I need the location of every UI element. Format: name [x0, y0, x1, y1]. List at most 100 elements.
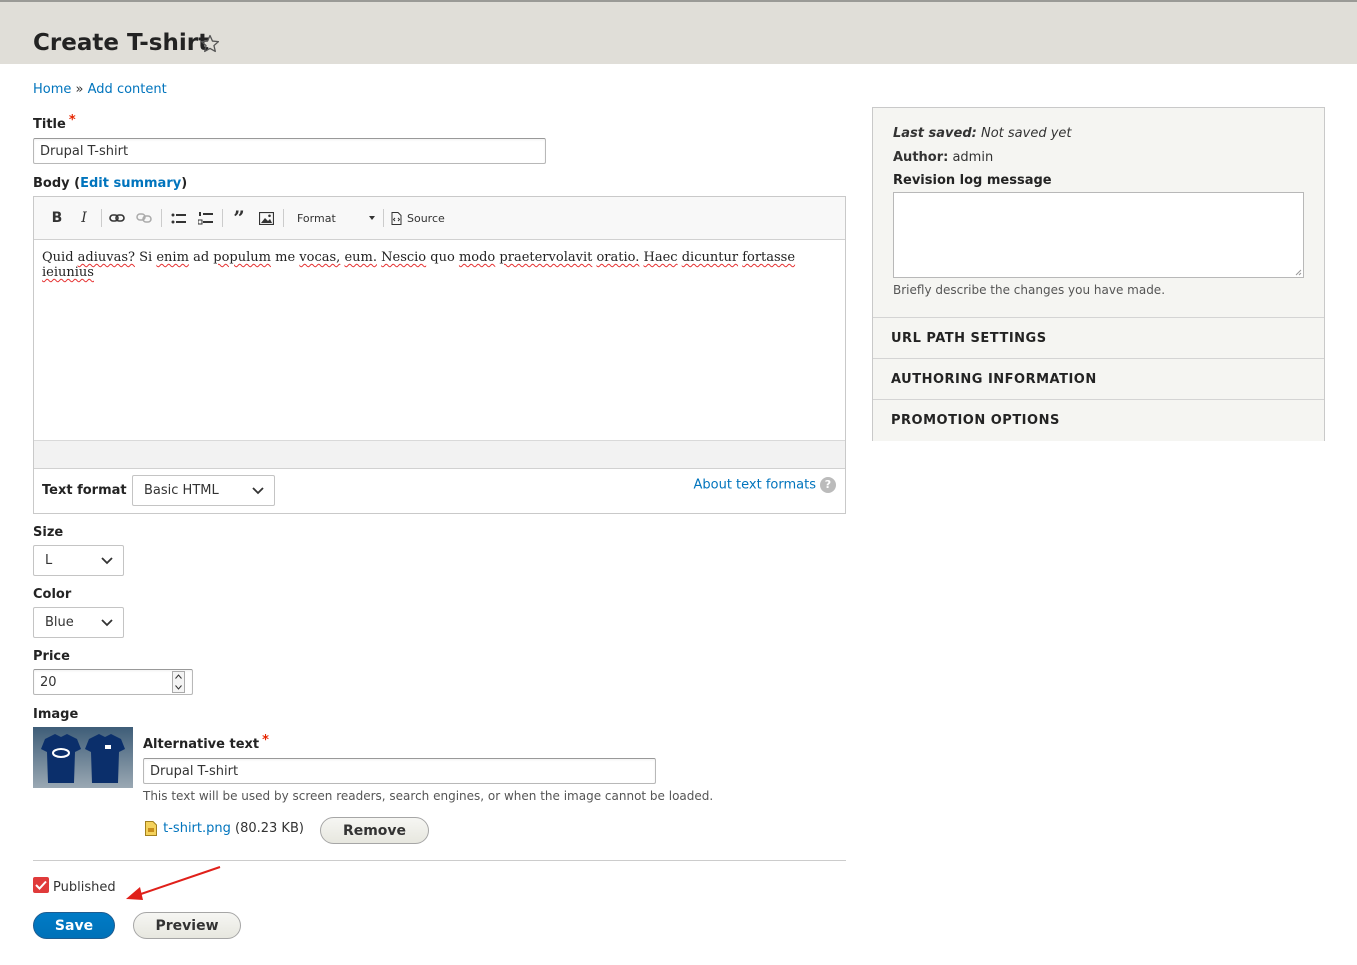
color-label: Color — [33, 587, 72, 602]
breadcrumb-home-link[interactable]: Home — [33, 82, 71, 97]
editor-toolbar: B I ” Format Source — [34, 197, 845, 240]
help-icon[interactable]: ? — [820, 477, 836, 493]
image-label: Image — [33, 707, 79, 722]
toolbar-separator — [101, 209, 102, 227]
promotion-options-section[interactable]: PROMOTION OPTIONS — [873, 400, 1324, 441]
body-label-text: Body ( — [33, 176, 81, 191]
breadcrumb: Home » Add content — [33, 82, 167, 97]
toolbar-separator — [283, 209, 284, 227]
file-name-link[interactable]: t-shirt.png — [163, 821, 231, 836]
source-button[interactable]: Source — [391, 209, 453, 227]
numbered-list-icon[interactable] — [197, 209, 213, 227]
tshirt-image-thumbnail — [33, 727, 133, 788]
blockquote-icon[interactable]: ” — [230, 206, 248, 230]
edit-summary-link[interactable]: Edit summary — [80, 176, 181, 191]
annotation-arrow — [126, 866, 221, 900]
alt-text-input[interactable]: Drupal T-shirt — [143, 758, 656, 784]
last-saved: Last saved: Not saved yet — [893, 126, 1072, 141]
color-value: Blue — [45, 615, 74, 630]
source-icon — [391, 211, 402, 225]
revision-log-description: Briefly describe the changes you have ma… — [893, 283, 1166, 297]
editor-word: ieiunius — [42, 265, 94, 280]
editor-path-bar — [34, 440, 845, 469]
size-select[interactable]: L — [33, 545, 124, 576]
breadcrumb-separator: » — [75, 82, 84, 97]
title-input-value: Drupal T-shirt — [40, 143, 129, 159]
text-format-value: Basic HTML — [144, 483, 219, 498]
image-icon[interactable] — [258, 209, 274, 227]
toolbar-separator — [383, 209, 384, 227]
about-text-formats-link[interactable]: About text formats — [693, 478, 816, 493]
url-path-settings-section[interactable]: URL PATH SETTINGS — [873, 318, 1324, 359]
text-format-select[interactable]: Basic HTML — [132, 475, 275, 506]
size-label: Size — [33, 525, 64, 540]
save-button[interactable]: Save — [33, 912, 115, 939]
editor-word: fortasse — [742, 250, 796, 265]
format-dropdown-label: Format — [297, 211, 336, 225]
price-label: Price — [33, 649, 70, 664]
last-saved-value: Not saved yet — [980, 126, 1072, 141]
editor-word: enim — [156, 250, 189, 265]
body-label: Body (Edit summary) — [33, 176, 187, 191]
page-header: Create T-shirt — [0, 0, 1357, 64]
text-format-row: Text format Basic HTML About text format… — [34, 469, 845, 513]
price-input[interactable]: 20 — [33, 669, 193, 695]
source-button-label: Source — [407, 211, 445, 225]
authoring-information-section[interactable]: AUTHORING INFORMATION — [873, 359, 1324, 400]
toolbar-separator — [161, 209, 162, 227]
alt-text-description: This text will be used by screen readers… — [143, 789, 714, 803]
editor-word: Quid — [42, 250, 74, 265]
chevron-down-icon — [101, 618, 113, 626]
caret-down-icon — [369, 216, 375, 220]
file-info: t-shirt.png (80.23 KB) — [145, 821, 304, 836]
editor-word: Haec — [643, 250, 678, 265]
editor-word: eum. — [344, 250, 377, 265]
author-label: Author: — [893, 150, 949, 165]
alt-text-label-text: Alternative text — [143, 737, 260, 752]
body-editor: B I ” Format Source Quid adiuvas? Si eni… — [33, 196, 846, 514]
italic-button[interactable]: I — [77, 209, 91, 227]
stepper-down-icon[interactable] — [175, 685, 182, 690]
revision-log-textarea[interactable] — [893, 192, 1304, 278]
star-shortcut-icon[interactable] — [199, 33, 221, 55]
price-value: 20 — [40, 674, 57, 690]
body-label-end: ) — [181, 176, 188, 191]
stepper-up-icon[interactable] — [175, 674, 182, 679]
editor-word: ad — [193, 250, 210, 265]
breadcrumb-add-content-link[interactable]: Add content — [88, 82, 167, 97]
format-dropdown[interactable]: Format — [297, 209, 377, 227]
color-select[interactable]: Blue — [33, 607, 124, 638]
alt-text-label: Alternative text * — [143, 733, 269, 752]
editor-word: Nescio — [381, 250, 427, 265]
alt-text-value: Drupal T-shirt — [150, 763, 239, 779]
editor-word: quo — [430, 250, 455, 265]
link-icon[interactable] — [108, 209, 126, 227]
page-title: Create T-shirt — [33, 30, 210, 56]
author: Author: admin — [893, 150, 993, 165]
author-value: admin — [952, 150, 994, 165]
chevron-down-icon — [252, 486, 264, 494]
title-input[interactable]: Drupal T-shirt — [33, 138, 546, 164]
title-label-text: Title — [33, 117, 66, 132]
editor-word: adiuvas? — [77, 250, 135, 265]
price-stepper[interactable] — [172, 671, 185, 693]
editor-word: me — [275, 250, 296, 265]
remove-button[interactable]: Remove — [320, 817, 429, 844]
published-label: Published — [53, 880, 116, 895]
alt-text-required-mark: * — [262, 733, 269, 748]
preview-button[interactable]: Preview — [133, 912, 241, 939]
editor-word: praetervolavit — [499, 250, 593, 265]
title-label: Title * — [33, 113, 76, 132]
bulleted-list-icon[interactable] — [170, 209, 186, 227]
editor-word: vocas, — [299, 250, 341, 265]
bold-button[interactable]: B — [50, 209, 64, 227]
unlink-icon[interactable] — [135, 209, 153, 227]
resize-handle-icon[interactable] — [1295, 269, 1302, 276]
image-file-icon — [145, 821, 157, 836]
revision-log-label: Revision log message — [893, 173, 1052, 188]
about-text-formats: About text formats? — [693, 477, 836, 493]
editor-content-area[interactable]: Quid adiuvas? Si enim ad populum me voca… — [34, 240, 845, 440]
published-checkbox[interactable] — [33, 877, 49, 893]
title-required-mark: * — [68, 113, 76, 128]
text-format-label: Text format — [42, 483, 127, 498]
